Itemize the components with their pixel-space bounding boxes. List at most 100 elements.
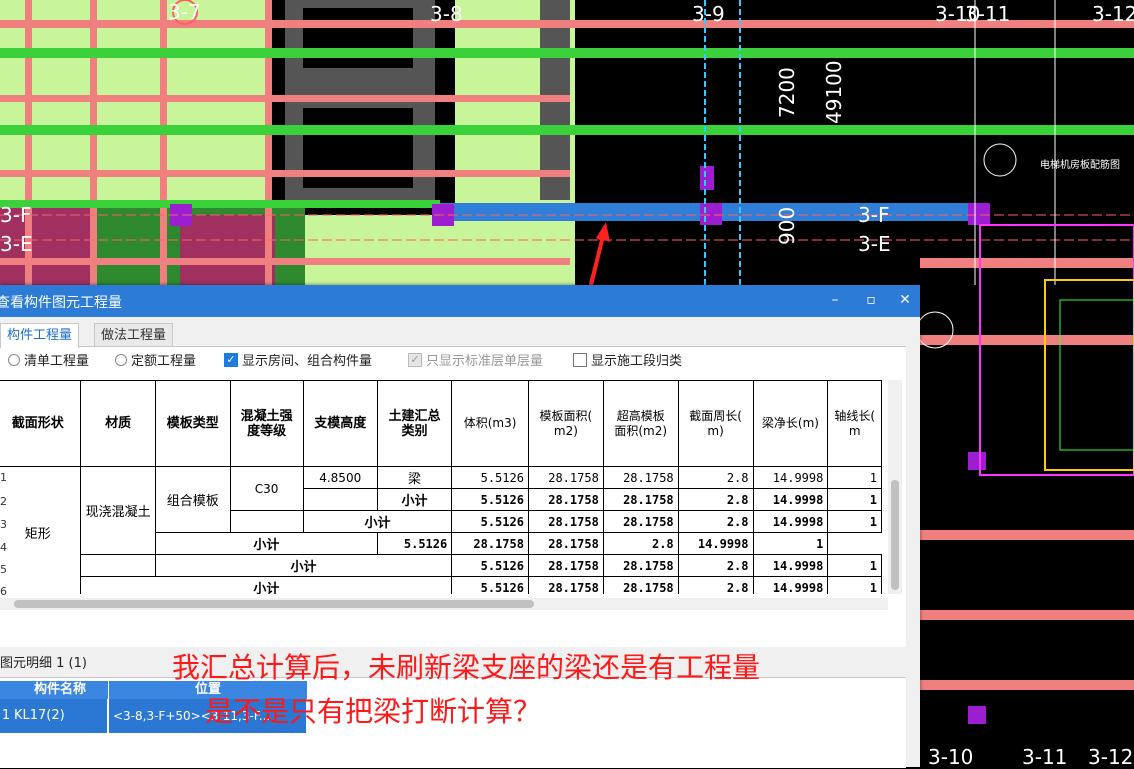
- col-header-grade[interactable]: 混凝土强 度等级: [229, 380, 304, 467]
- option-label: 显示房间、组合构件量: [242, 354, 373, 369]
- close-button[interactable]: ✕: [894, 290, 916, 310]
- col-header-net-length[interactable]: 梁净长(m): [752, 380, 829, 467]
- annotation-line-2: 是不是只有把梁打断计算？: [205, 695, 542, 728]
- axis-label: 3-11: [1022, 745, 1068, 769]
- dialog-title: 查看构件图元工程量: [0, 295, 122, 311]
- quantity-table: 截面形状 材质 模板类型 混凝土强 度等级 支模高度 土建汇总 类别 体积(m3…: [0, 380, 882, 594]
- axis-label: 3-9: [692, 2, 725, 26]
- axis-label: 3-10: [928, 745, 974, 769]
- axis-label: 3-12: [1092, 2, 1134, 26]
- cell-volume: 5.5126: [451, 488, 529, 511]
- cell-volume: 5.5126: [376, 532, 453, 555]
- cell-section-shape: 矩形: [0, 466, 82, 594]
- col-header-high-form-area[interactable]: 超高模板 面积(m2): [602, 380, 679, 467]
- option-construction-stage[interactable]: 显示施工段归类: [573, 350, 682, 369]
- option-label: 显示施工段归类: [591, 354, 683, 369]
- col-header-axis-length[interactable]: 轴线长( m: [827, 380, 882, 467]
- slab-panel: [180, 215, 275, 285]
- col-header-formwork[interactable]: 模板类型: [154, 380, 231, 467]
- cell-subtotal: 小计: [154, 532, 378, 555]
- col-header-category[interactable]: 土建汇总 类别: [376, 380, 453, 467]
- cell-axis-length: 1: [827, 576, 882, 594]
- option-quota-quantity[interactable]: 定额工程量: [115, 350, 196, 369]
- cell-subtotal: 小计: [154, 554, 453, 577]
- cell-material: [80, 554, 156, 577]
- table-row[interactable]: 矩形 现浇混凝土 组合模板 C30 4.8500 梁 5.5126 28.175…: [0, 466, 882, 594]
- quantity-panel: 清单工程量 定额工程量 ✓ 显示房间、组合构件量 ✓ 只显示标准层单层量 显示施…: [0, 346, 906, 647]
- cell-net-length: 14.9998: [752, 466, 829, 489]
- cell-volume: 5.5126: [451, 466, 529, 489]
- option-standard-floor: ✓ 只显示标准层单层量: [408, 350, 543, 369]
- cell-category: 梁: [376, 466, 453, 489]
- radio-icon[interactable]: [115, 353, 127, 366]
- scroll-thumb[interactable]: [891, 480, 899, 590]
- table-row[interactable]: 小计 5.5126 28.1758 28.1758 2.8 14.9998 1: [0, 576, 882, 594]
- radio-icon[interactable]: [8, 353, 20, 366]
- col-header-component-name[interactable]: 构件名称: [12, 681, 109, 699]
- cell-high-form-area: 28.1758: [602, 466, 679, 489]
- cell-perimeter: 2.8: [677, 488, 754, 511]
- cell-axis-length: 1: [752, 532, 829, 555]
- col-header-form-area[interactable]: 模板面积( m2): [527, 380, 604, 467]
- cell-high-form-area: 28.1758: [602, 576, 679, 594]
- cell-axis-length: 1: [827, 466, 882, 489]
- cell-subtotal: 小计: [80, 576, 453, 594]
- col-header-height[interactable]: 支模高度: [302, 380, 378, 467]
- scroll-thumb[interactable]: [14, 600, 534, 608]
- horizontal-scrollbar[interactable]: [0, 598, 888, 610]
- cell-perimeter: 2.8: [677, 466, 754, 489]
- option-show-rooms[interactable]: ✓ 显示房间、组合构件量: [224, 350, 372, 369]
- table-row[interactable]: 小计 5.5126 28.1758 28.1758 2.8 14.9998 1: [0, 554, 882, 577]
- col-header-section[interactable]: 截面形状: [0, 380, 82, 467]
- cell-perimeter: 2.8: [677, 554, 754, 577]
- cell-axis-length: 1: [827, 488, 882, 511]
- checkbox-checked-icon[interactable]: ✓: [224, 352, 238, 367]
- cell-height: [302, 488, 378, 511]
- annotation-line-1: 我汇总计算后，未刷新梁支座的梁还是有工程量: [172, 651, 761, 684]
- dimension-label: 900: [775, 206, 799, 245]
- col-header-perimeter[interactable]: 截面周长( m): [677, 380, 754, 467]
- axis-label: 3-7: [168, 0, 201, 24]
- cell-volume: 5.5126: [451, 576, 529, 594]
- cell-perimeter: 2.8: [677, 576, 754, 594]
- cell-high-form-area: 28.1758: [602, 510, 679, 533]
- minimize-button[interactable]: –: [824, 290, 846, 310]
- maximize-button[interactable]: ▫: [860, 290, 882, 310]
- cell-high-form-area: 28.1758: [602, 488, 679, 511]
- cell-component-name[interactable]: KL17(2): [12, 699, 108, 733]
- cell-high-form-area: 28.1758: [602, 554, 679, 577]
- dialog-titlebar[interactable]: 查看构件图元工程量 – ▫ ✕: [0, 285, 920, 317]
- axis-label: 3-E: [858, 232, 891, 256]
- cell-perimeter: 2.8: [677, 510, 754, 533]
- cell-form-area: 28.1758: [527, 576, 604, 594]
- table-header-row: 截面形状 材质 模板类型 混凝土强 度等级 支模高度 土建汇总 类别 体积(m3…: [0, 380, 882, 467]
- cell-formwork: 组合模板: [154, 466, 231, 533]
- detail-label: 图元明细: [0, 656, 53, 671]
- axis-label: 3-E: [0, 232, 33, 256]
- cell-grade: [229, 510, 304, 533]
- cell-net-length: 14.9998: [752, 510, 829, 533]
- col-header-volume[interactable]: 体积(m3): [451, 380, 529, 467]
- cell-volume: 5.5126: [451, 554, 529, 577]
- vertical-scrollbar[interactable]: [888, 380, 902, 594]
- cell-subtotal: 小计: [302, 510, 453, 533]
- option-label: 只显示标准层单层量: [426, 354, 544, 369]
- tab-component-quantity[interactable]: 构件工程量: [0, 323, 80, 348]
- cell-form-area: 28.1758: [527, 488, 604, 511]
- axis-label: 3-F: [0, 203, 32, 227]
- option-list-quantity[interactable]: 清单工程量: [8, 350, 89, 369]
- cell-subtotal: 小计: [376, 488, 453, 511]
- axis-label: 3-8: [430, 2, 463, 26]
- axis-label: 3-F: [858, 203, 890, 227]
- axis-label: 3-12: [1088, 745, 1134, 769]
- cell-net-length: 14.9998: [752, 576, 829, 594]
- col-header-material[interactable]: 材质: [80, 380, 156, 467]
- cell-net-length: 14.9998: [752, 554, 829, 577]
- cell-net-length: 14.9998: [752, 488, 829, 511]
- checkbox-icon[interactable]: [573, 352, 587, 367]
- tab-method-quantity[interactable]: 做法工程量: [94, 323, 174, 348]
- axis-label: 3-11: [965, 2, 1011, 26]
- tab-bar: 构件工程量 做法工程量: [0, 317, 920, 348]
- cell-grade: C30: [229, 466, 304, 511]
- option-label: 清单工程量: [24, 354, 90, 369]
